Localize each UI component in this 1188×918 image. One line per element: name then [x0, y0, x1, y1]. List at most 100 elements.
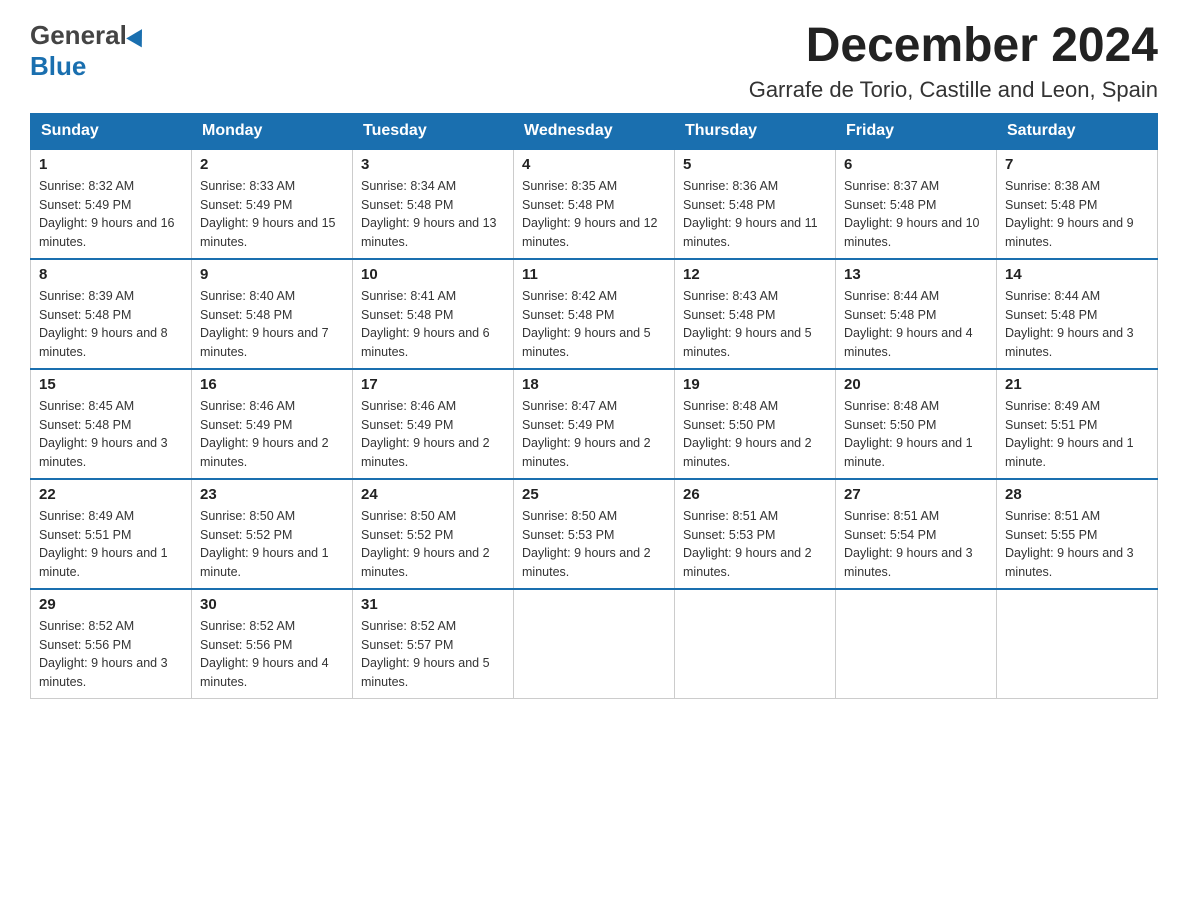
day-cell-18: 18 Sunrise: 8:47 AMSunset: 5:49 PMDayligh…	[514, 369, 675, 479]
month-title: December 2024	[749, 20, 1158, 73]
day-cell-10: 10Sunrise: 8:41 AMSunset: 5:48 PMDayligh…	[353, 259, 514, 369]
empty-day-cell	[836, 589, 997, 699]
day-number: 20	[844, 376, 988, 393]
day-number: 13	[844, 266, 988, 283]
day-cell-22: 22 Sunrise: 8:49 AMSunset: 5:51 PMDayligh…	[31, 479, 192, 589]
day-number: 11	[522, 266, 666, 283]
day-number: 9	[200, 266, 344, 283]
day-info: Sunrise: 8:39 AMSunset: 5:48 PMDaylight:…	[39, 287, 183, 362]
day-info: Sunrise: 8:48 AMSunset: 5:50 PMDaylight:…	[844, 397, 988, 472]
day-cell-4: 4Sunrise: 8:35 AMSunset: 5:48 PMDaylight…	[514, 149, 675, 259]
day-info: Sunrise: 8:38 AMSunset: 5:48 PMDaylight:…	[1005, 177, 1149, 252]
weekday-header-saturday: Saturday	[997, 113, 1158, 149]
day-cell-19: 19 Sunrise: 8:48 AMSunset: 5:50 PMDayligh…	[675, 369, 836, 479]
day-info: Sunrise: 8:45 AMSunset: 5:48 PMDaylight:…	[39, 397, 183, 472]
weekday-header-tuesday: Tuesday	[353, 113, 514, 149]
day-info: Sunrise: 8:48 AMSunset: 5:50 PMDaylight:…	[683, 397, 827, 472]
page-header: General Blue December 2024 Garrafe de To…	[30, 20, 1158, 103]
day-info: Sunrise: 8:51 AMSunset: 5:55 PMDaylight:…	[1005, 507, 1149, 582]
day-cell-17: 17 Sunrise: 8:46 AMSunset: 5:49 PMDayligh…	[353, 369, 514, 479]
day-number: 1	[39, 156, 183, 173]
day-number: 22	[39, 486, 183, 503]
logo-arrow-icon	[126, 24, 150, 47]
day-cell-15: 15Sunrise: 8:45 AMSunset: 5:48 PMDayligh…	[31, 369, 192, 479]
day-number: 5	[683, 156, 827, 173]
day-number: 21	[1005, 376, 1149, 393]
day-cell-11: 11 Sunrise: 8:42 AMSunset: 5:48 PMDayligh…	[514, 259, 675, 369]
day-number: 26	[683, 486, 827, 503]
day-cell-3: 3 Sunrise: 8:34 AMSunset: 5:48 PMDaylight…	[353, 149, 514, 259]
day-info: Sunrise: 8:52 AMSunset: 5:56 PMDaylight:…	[200, 617, 344, 692]
week-row-3: 15Sunrise: 8:45 AMSunset: 5:48 PMDayligh…	[31, 369, 1158, 479]
day-info: Sunrise: 8:36 AMSunset: 5:48 PMDaylight:…	[683, 177, 827, 252]
day-info: Sunrise: 8:50 AMSunset: 5:53 PMDaylight:…	[522, 507, 666, 582]
day-number: 29	[39, 596, 183, 613]
day-info: Sunrise: 8:32 AMSunset: 5:49 PMDaylight:…	[39, 177, 183, 252]
day-info: Sunrise: 8:51 AMSunset: 5:53 PMDaylight:…	[683, 507, 827, 582]
day-cell-26: 26 Sunrise: 8:51 AMSunset: 5:53 PMDayligh…	[675, 479, 836, 589]
day-info: Sunrise: 8:42 AMSunset: 5:48 PMDaylight:…	[522, 287, 666, 362]
day-number: 30	[200, 596, 344, 613]
day-info: Sunrise: 8:52 AMSunset: 5:56 PMDaylight:…	[39, 617, 183, 692]
day-cell-7: 7 Sunrise: 8:38 AMSunset: 5:48 PMDaylight…	[997, 149, 1158, 259]
day-cell-1: 1 Sunrise: 8:32 AMSunset: 5:49 PMDaylight…	[31, 149, 192, 259]
calendar-table: SundayMondayTuesdayWednesdayThursdayFrid…	[30, 113, 1158, 699]
location-title: Garrafe de Torio, Castille and Leon, Spa…	[749, 77, 1158, 103]
day-cell-29: 29 Sunrise: 8:52 AMSunset: 5:56 PMDayligh…	[31, 589, 192, 699]
weekday-header-monday: Monday	[192, 113, 353, 149]
day-cell-24: 24Sunrise: 8:50 AMSunset: 5:52 PMDayligh…	[353, 479, 514, 589]
weekday-header-row: SundayMondayTuesdayWednesdayThursdayFrid…	[31, 113, 1158, 149]
day-info: Sunrise: 8:46 AMSunset: 5:49 PMDaylight:…	[200, 397, 344, 472]
day-number: 6	[844, 156, 988, 173]
day-cell-16: 16 Sunrise: 8:46 AMSunset: 5:49 PMDayligh…	[192, 369, 353, 479]
day-number: 3	[361, 156, 505, 173]
day-cell-23: 23Sunrise: 8:50 AMSunset: 5:52 PMDayligh…	[192, 479, 353, 589]
day-info: Sunrise: 8:51 AMSunset: 5:54 PMDaylight:…	[844, 507, 988, 582]
day-cell-6: 6 Sunrise: 8:37 AMSunset: 5:48 PMDaylight…	[836, 149, 997, 259]
day-number: 27	[844, 486, 988, 503]
day-cell-30: 30 Sunrise: 8:52 AMSunset: 5:56 PMDayligh…	[192, 589, 353, 699]
day-number: 14	[1005, 266, 1149, 283]
day-number: 16	[200, 376, 344, 393]
day-info: Sunrise: 8:47 AMSunset: 5:49 PMDaylight:…	[522, 397, 666, 472]
day-info: Sunrise: 8:46 AMSunset: 5:49 PMDaylight:…	[361, 397, 505, 472]
day-info: Sunrise: 8:43 AMSunset: 5:48 PMDaylight:…	[683, 287, 827, 362]
week-row-2: 8Sunrise: 8:39 AMSunset: 5:48 PMDaylight…	[31, 259, 1158, 369]
day-cell-14: 14Sunrise: 8:44 AMSunset: 5:48 PMDayligh…	[997, 259, 1158, 369]
day-number: 2	[200, 156, 344, 173]
day-cell-27: 27 Sunrise: 8:51 AMSunset: 5:54 PMDayligh…	[836, 479, 997, 589]
day-number: 19	[683, 376, 827, 393]
week-row-1: 1 Sunrise: 8:32 AMSunset: 5:49 PMDaylight…	[31, 149, 1158, 259]
weekday-header-sunday: Sunday	[31, 113, 192, 149]
day-cell-5: 5 Sunrise: 8:36 AMSunset: 5:48 PMDaylight…	[675, 149, 836, 259]
empty-day-cell	[514, 589, 675, 699]
title-block: December 2024 Garrafe de Torio, Castille…	[749, 20, 1158, 103]
day-cell-8: 8Sunrise: 8:39 AMSunset: 5:48 PMDaylight…	[31, 259, 192, 369]
logo-general-text: General	[30, 20, 127, 51]
week-row-5: 29 Sunrise: 8:52 AMSunset: 5:56 PMDayligh…	[31, 589, 1158, 699]
day-info: Sunrise: 8:34 AMSunset: 5:48 PMDaylight:…	[361, 177, 505, 252]
day-info: Sunrise: 8:40 AMSunset: 5:48 PMDaylight:…	[200, 287, 344, 362]
day-info: Sunrise: 8:52 AMSunset: 5:57 PMDaylight:…	[361, 617, 505, 692]
day-info: Sunrise: 8:41 AMSunset: 5:48 PMDaylight:…	[361, 287, 505, 362]
day-cell-2: 2 Sunrise: 8:33 AMSunset: 5:49 PMDaylight…	[192, 149, 353, 259]
logo-blue-text: Blue	[30, 51, 86, 81]
day-number: 23	[200, 486, 344, 503]
day-number: 25	[522, 486, 666, 503]
day-number: 28	[1005, 486, 1149, 503]
day-number: 17	[361, 376, 505, 393]
day-info: Sunrise: 8:37 AMSunset: 5:48 PMDaylight:…	[844, 177, 988, 252]
day-info: Sunrise: 8:49 AMSunset: 5:51 PMDaylight:…	[39, 507, 183, 582]
day-number: 7	[1005, 156, 1149, 173]
weekday-header-wednesday: Wednesday	[514, 113, 675, 149]
weekday-header-friday: Friday	[836, 113, 997, 149]
day-number: 31	[361, 596, 505, 613]
day-info: Sunrise: 8:44 AMSunset: 5:48 PMDaylight:…	[844, 287, 988, 362]
empty-day-cell	[675, 589, 836, 699]
day-number: 18	[522, 376, 666, 393]
weekday-header-thursday: Thursday	[675, 113, 836, 149]
day-info: Sunrise: 8:33 AMSunset: 5:49 PMDaylight:…	[200, 177, 344, 252]
day-cell-20: 20 Sunrise: 8:48 AMSunset: 5:50 PMDayligh…	[836, 369, 997, 479]
day-cell-13: 13 Sunrise: 8:44 AMSunset: 5:48 PMDayligh…	[836, 259, 997, 369]
day-info: Sunrise: 8:35 AMSunset: 5:48 PMDaylight:…	[522, 177, 666, 252]
